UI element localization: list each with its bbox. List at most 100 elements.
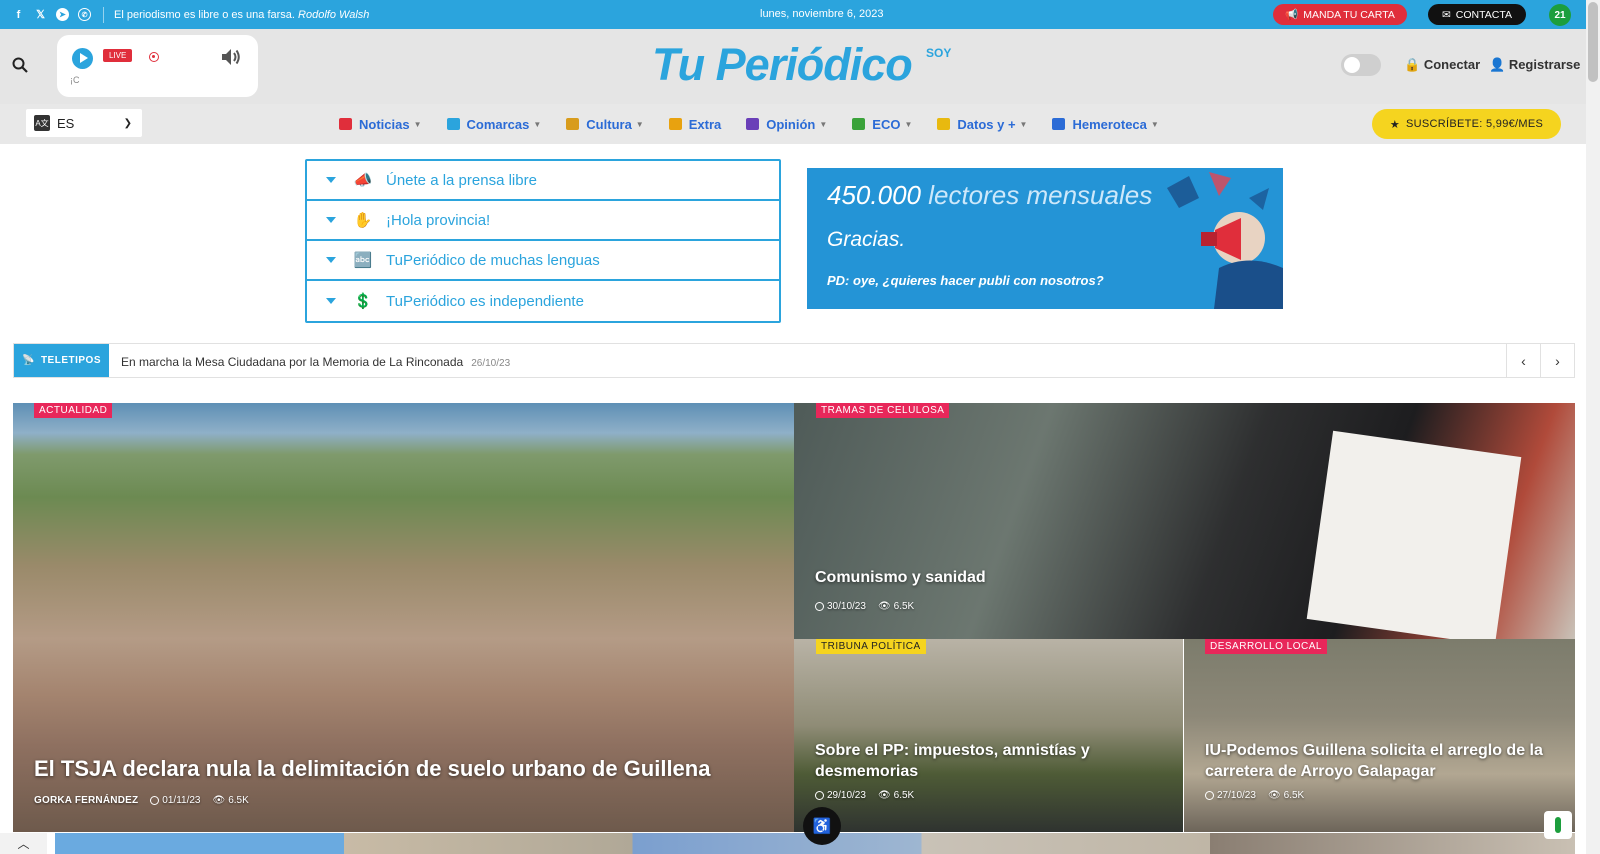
login-link[interactable]: 🔒 Conectar [1404,57,1480,73]
chevron-left-icon: ‹ [1521,352,1526,369]
page: f 𝕏 ➤ ✆ El periodismo es libre o es una … [0,0,1600,854]
chevron-down-icon: ▼ [635,119,644,129]
record-icon [149,52,159,62]
volume-icon[interactable] [220,46,242,68]
nav-item-extra[interactable]: Extra [668,117,721,132]
nav-item-opinion[interactable]: Opinión ▼ [746,117,827,132]
article-category[interactable]: TRIBUNA POLÍTICA [816,639,926,654]
article-title[interactable]: Comunismo y sanidad [815,569,1315,587]
envelope-icon: ✉ [1441,8,1451,21]
chevron-down-icon: ▼ [533,119,542,129]
play-icon[interactable] [72,48,93,69]
site-header: LIVE ¡C Tu Periódico SOY 🔒 Conectar 👤 Re… [0,29,1586,104]
advertising-banner[interactable]: 450.000 lectores mensuales Gracias. PD: … [807,168,1283,309]
newspaper-icon [339,118,352,130]
logo-tag: SOY [926,46,952,60]
ticker-label: 📡 TELETIPOS [14,344,109,377]
protest-sign [1306,430,1522,639]
a21-badge[interactable]: 21 [1549,4,1571,26]
nav-item-eco[interactable]: ECO ▼ [852,117,912,132]
article-author[interactable]: GORKA FERNÁNDEZ [34,795,138,806]
ad-thanks: Gracias. [827,228,906,251]
article-title[interactable]: Sobre el PP: impuestos, amnistías y desm… [815,740,1155,782]
nav-item-noticias[interactable]: Noticias ▼ [339,117,422,132]
nav-item-comarcas[interactable]: Comarcas ▼ [446,117,542,132]
megaphone-icon: 📣 [353,172,373,189]
nav-menu: Noticias ▼ Comarcas ▼ Cultura ▼ Extra Opini… [339,104,1159,144]
register-link[interactable]: 👤 Registrarse [1489,57,1580,73]
ticker-next-button[interactable]: › [1540,344,1574,377]
megaphone-icon: 📢 [1285,9,1299,21]
article-meta: 27/10/23 👁 6.5K [1205,790,1304,801]
accordion-item[interactable]: 💲 TuPeriódico es independiente [307,281,779,321]
live-badge: LIVE [103,49,133,62]
nav-item-datos[interactable]: Datos y + ▼ [937,117,1027,132]
floating-widget-button[interactable] [1544,811,1572,839]
megaphone-illustration [1167,172,1283,309]
accordion-item[interactable]: 🔤 TuPeriódico de muchas lenguas [307,241,779,281]
ticker-prev-button[interactable]: ‹ [1506,344,1540,377]
language-selector[interactable]: A文 ES ❯ [26,109,142,137]
caret-down-icon [326,177,336,183]
pen-icon [746,118,760,130]
accordion-item[interactable]: ✋ ¡Hola provincia! [307,201,779,241]
subscribe-button[interactable]: ★ SUSCRÍBETE: 5,99€/MES [1372,109,1561,139]
museum-icon [566,118,580,130]
page-scrollbar[interactable] [1586,0,1600,854]
article-category[interactable]: DESARROLLO LOCAL [1205,639,1327,654]
ticker-headline[interactable]: En marcha la Mesa Ciudadana por la Memor… [121,355,510,369]
eye-icon: 👁 [877,601,891,612]
article-meta: 29/10/23 👁 6.5K [815,790,914,801]
send-letter-label: MANDA TU CARTA [1303,8,1395,21]
eye-icon: 👁 [212,795,226,806]
contact-label: CONTACTA [1455,8,1512,21]
article-title[interactable]: El TSJA declara nula la delimitación de … [34,756,774,782]
social-links: f 𝕏 ➤ ✆ [0,8,91,21]
article-card[interactable]: DESARROLLO LOCAL IU-Podemos Guillena sol… [1184,639,1575,832]
contact-button[interactable]: ✉ CONTACTA [1428,4,1526,25]
hand-wave-icon: ✋ [353,212,373,229]
scrollbar-thumb[interactable] [1588,2,1598,82]
send-letter-button[interactable]: 📢 MANDA TU CARTA [1273,4,1407,25]
folder-icon [1052,118,1066,130]
article-category[interactable]: TRAMAS DE CELULOSA [816,403,950,418]
chevron-down-icon: ▼ [904,119,913,129]
hand-coin-icon: 💲 [353,293,373,310]
featured-article[interactable]: ACTUALIDAD El TSJA declara nula la delim… [13,403,794,832]
clock-icon [1205,791,1214,800]
article-meta: GORKA FERNÁNDEZ 01/11/23 👁 6.5K [34,795,249,806]
eye-icon: 👁 [1267,790,1281,801]
nav-item-hemeroteca[interactable]: Hemeroteca ▼ [1052,117,1159,132]
site-logo[interactable]: Tu Periódico [652,39,913,91]
nav-item-cultura[interactable]: Cultura ▼ [566,117,644,132]
clock-icon [150,796,160,805]
telegram-icon[interactable]: ➤ [56,8,69,21]
current-date: lunes, noviembre 6, 2023 [760,8,884,20]
chevron-down-icon: ▼ [413,119,422,129]
plus-circle-icon [668,118,682,130]
top-bar: f 𝕏 ➤ ✆ El periodismo es libre o es una … [0,0,1586,29]
accessibility-icon: ♿ [812,818,832,835]
article-card[interactable]: TRIBUNA POLÍTICA Sobre el PP: impuestos,… [794,639,1183,832]
language-icon: 🔤 [353,252,373,269]
whatsapp-icon[interactable]: ✆ [78,8,91,21]
subscribe-label: SUSCRÍBETE: 5,99€/MES [1406,118,1544,130]
facebook-icon[interactable]: f [12,8,25,21]
star-icon: ★ [1389,118,1401,131]
broadcast-icon: 📡 [21,355,35,366]
widget-icon [1555,817,1561,833]
article-meta: 30/10/23 👁 6.5K [815,601,914,612]
translate-icon: A文 [34,115,50,131]
article-title[interactable]: IU-Podemos Guillena solicita el arreglo … [1205,740,1565,782]
accordion-item[interactable]: 📣 Únete a la prensa libre [307,161,779,201]
article-category[interactable]: ACTUALIDAD [34,403,113,418]
search-icon[interactable] [12,57,28,73]
scroll-up-button[interactable]: ︿ [0,833,47,854]
dark-mode-toggle[interactable] [1341,54,1381,76]
clock-icon [815,791,824,800]
quote-text: El periodismo es libre o es una farsa. [114,8,295,21]
article-card[interactable]: TRAMAS DE CELULOSA Comunismo y sanidad 3… [794,403,1575,639]
x-twitter-icon[interactable]: 𝕏 [34,8,47,21]
accessibility-button[interactable]: ♿ [803,807,841,845]
quote-author: Rodolfo Walsh [298,8,370,21]
